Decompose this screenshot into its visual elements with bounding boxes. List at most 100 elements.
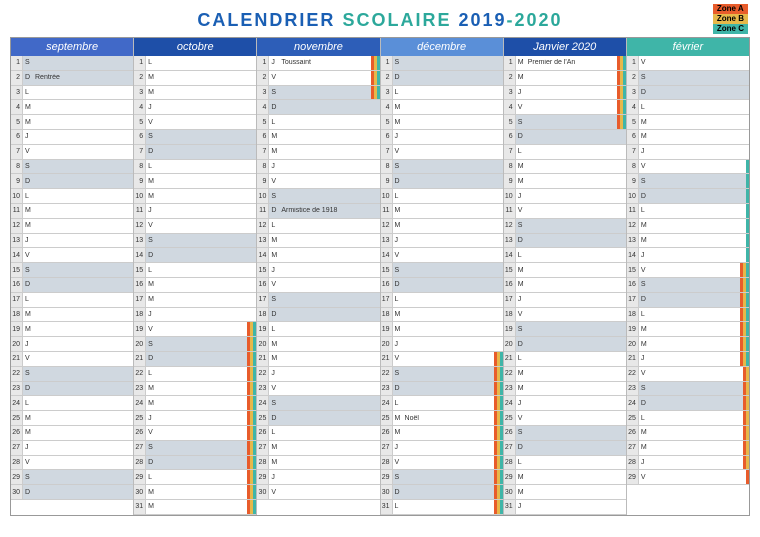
day-number: 16 — [381, 278, 393, 292]
day-of-week: J — [23, 237, 33, 244]
day-row: 4V — [504, 100, 626, 115]
day-number: 10 — [11, 189, 23, 203]
day-row: 14D — [134, 248, 256, 263]
day-row: 11M — [11, 204, 133, 219]
day-number: 17 — [257, 293, 269, 307]
holiday-bars — [247, 441, 256, 455]
day-row: 13D — [504, 234, 626, 249]
day-row: 4D — [257, 100, 379, 115]
day-row: 11M — [381, 204, 503, 219]
holiday-bars — [494, 367, 503, 381]
day-number: 5 — [627, 115, 639, 129]
day-row: 26L — [257, 426, 379, 441]
day-number: 30 — [381, 485, 393, 499]
day-row: 25J — [134, 411, 256, 426]
day-row: 29L — [134, 470, 256, 485]
day-row: 14M — [257, 248, 379, 263]
day-row: 14V — [381, 248, 503, 263]
holiday-bars — [740, 322, 749, 336]
day-row: 18D — [257, 308, 379, 323]
day-number: 14 — [381, 248, 393, 262]
day-row: 25D — [257, 411, 379, 426]
day-of-week: M — [516, 385, 526, 392]
day-number: 18 — [504, 308, 516, 322]
day-number: 3 — [627, 86, 639, 100]
day-row: 8S — [11, 160, 133, 175]
day-of-week: M — [146, 296, 156, 303]
day-of-week: D — [269, 104, 279, 111]
day-number: 18 — [257, 308, 269, 322]
day-of-week: M — [146, 178, 156, 185]
day-row: 2S — [627, 71, 749, 86]
day-of-week: M — [639, 444, 649, 451]
month-header: décembre — [381, 38, 503, 56]
day-number: 28 — [627, 456, 639, 470]
day-row: 9S — [627, 174, 749, 189]
day-number: 29 — [381, 470, 393, 484]
day-number: 25 — [381, 411, 393, 425]
day-row: 16D — [11, 278, 133, 293]
day-number: 10 — [381, 189, 393, 203]
day-of-week: L — [393, 503, 403, 510]
day-number: 9 — [381, 174, 393, 188]
day-of-week: L — [393, 193, 403, 200]
zone-c-label: Zone C — [713, 24, 748, 34]
day-of-week: S — [269, 400, 279, 407]
day-of-week: D — [516, 133, 526, 140]
holiday-bars — [746, 219, 749, 233]
day-of-week: L — [639, 104, 649, 111]
day-row: 1MPremier de l'An — [504, 56, 626, 71]
holiday-bars — [740, 293, 749, 307]
day-row: 28L — [504, 456, 626, 471]
day-of-week: J — [516, 400, 526, 407]
day-of-week: J — [393, 444, 403, 451]
day-row: 3D — [627, 86, 749, 101]
day-number: 4 — [381, 100, 393, 114]
day-of-week: S — [269, 296, 279, 303]
day-number: 26 — [504, 426, 516, 440]
day-event: Rentrée — [33, 74, 133, 81]
holiday-bars — [743, 426, 749, 440]
day-number: 6 — [381, 130, 393, 144]
day-of-week: J — [23, 133, 33, 140]
day-of-week: L — [639, 415, 649, 422]
day-row: 13J — [11, 234, 133, 249]
holiday-bars — [247, 426, 256, 440]
day-of-week: J — [269, 267, 279, 274]
day-row: 11J — [134, 204, 256, 219]
day-row: 1S — [11, 56, 133, 71]
day-row: 24M — [134, 396, 256, 411]
month-column: octobre1L2M3M4J5V6S7D8L9M10M11J12V13S14D… — [134, 38, 257, 515]
holiday-bars — [494, 396, 503, 410]
day-of-week: J — [146, 415, 156, 422]
day-of-week: S — [516, 326, 526, 333]
day-row: 30V — [257, 485, 379, 500]
day-row: 26M — [11, 426, 133, 441]
holiday-bars — [746, 160, 749, 174]
day-of-week: M — [393, 415, 403, 422]
day-number: 30 — [504, 485, 516, 499]
holiday-bars — [247, 396, 256, 410]
day-of-week: M — [516, 163, 526, 170]
day-row: 3J — [504, 86, 626, 101]
day-number: 11 — [504, 204, 516, 218]
day-row: 20S — [134, 337, 256, 352]
day-row: 8V — [627, 160, 749, 175]
day-row: 24J — [504, 396, 626, 411]
day-number: 11 — [627, 204, 639, 218]
day-of-week: J — [639, 148, 649, 155]
day-of-week: S — [639, 385, 649, 392]
day-number: 15 — [257, 263, 269, 277]
day-number: 19 — [627, 322, 639, 336]
day-number: 5 — [134, 115, 146, 129]
day-number: 17 — [381, 293, 393, 307]
day-row: 18J — [134, 308, 256, 323]
day-row: 18V — [504, 308, 626, 323]
day-of-week: L — [146, 59, 156, 66]
day-of-week: D — [393, 281, 403, 288]
day-number: 24 — [11, 396, 23, 410]
day-number: 26 — [627, 426, 639, 440]
day-number: 28 — [504, 456, 516, 470]
day-of-week: L — [639, 311, 649, 318]
day-row: 15S — [11, 263, 133, 278]
